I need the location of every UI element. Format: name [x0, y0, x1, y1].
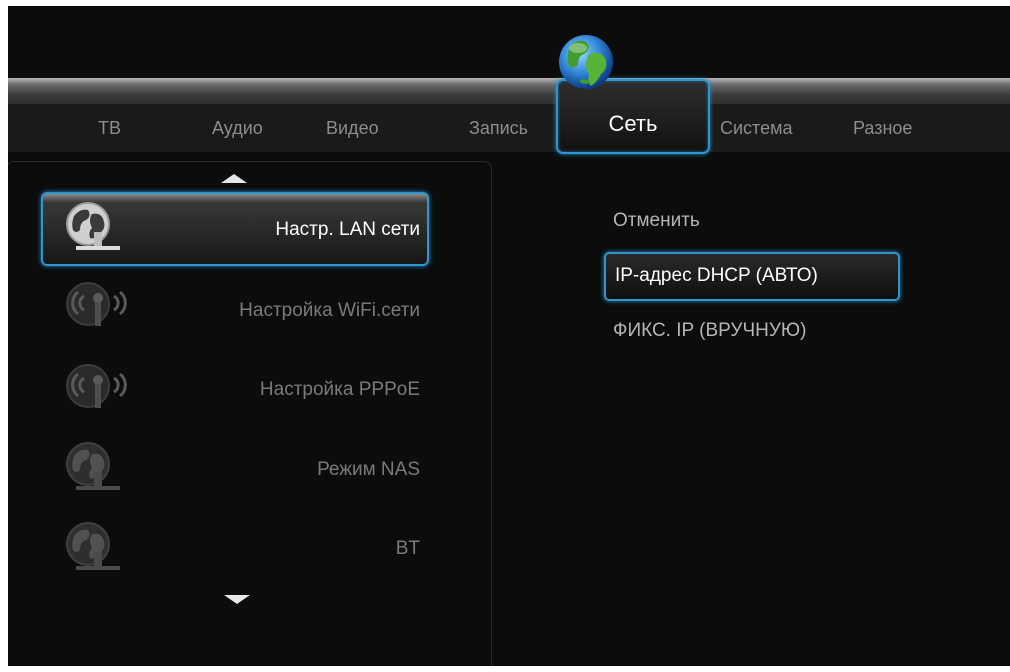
scroll-down-arrow-icon[interactable]	[224, 595, 250, 604]
tab-system[interactable]: Система	[720, 118, 793, 139]
option-dhcp-auto[interactable]: IP-адрес DHCP (АВТО)	[604, 252, 900, 301]
menu-item-lan-settings[interactable]: Настр. LAN сети	[275, 219, 420, 241]
network-globe-icon	[66, 442, 120, 490]
tab-audio[interactable]: Аудио	[212, 118, 263, 139]
option-static-ip[interactable]: ФИКС. IP (ВРУЧНУЮ)	[613, 320, 806, 342]
globe-icon	[559, 35, 613, 89]
wifi-antenna-icon	[66, 364, 127, 408]
scroll-up-arrow-icon[interactable]	[221, 174, 247, 183]
tab-tv[interactable]: ТВ	[98, 118, 121, 139]
menu-item-nas-mode[interactable]: Режим NAS	[317, 459, 420, 481]
tab-network-label: Сеть	[608, 111, 658, 136]
tab-video[interactable]: Видео	[326, 118, 379, 139]
menu-item-wifi-settings[interactable]: Настройка WiFi.сети	[239, 300, 420, 322]
menu-item-pppoe-settings[interactable]: Настройка PPPoE	[260, 379, 420, 401]
wifi-antenna-icon	[66, 282, 127, 326]
tab-misc[interactable]: Разное	[853, 118, 912, 139]
network-globe-icon	[66, 522, 120, 570]
network-globe-icon	[66, 202, 120, 250]
option-cancel[interactable]: Отменить	[613, 210, 700, 232]
option-dhcp-auto-label: IP-адрес DHCP (АВТО)	[615, 265, 818, 286]
settings-screen: ТВ Аудио Видео Запись Система Разное Сет…	[8, 6, 1010, 666]
tab-record[interactable]: Запись	[469, 118, 528, 139]
menu-item-bt[interactable]: BT	[396, 538, 420, 560]
